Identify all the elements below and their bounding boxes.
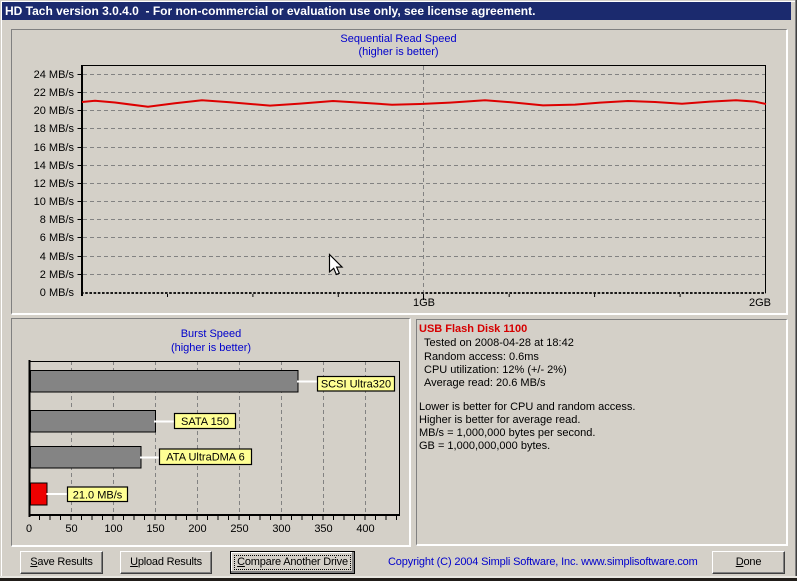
svg-text:SCSI Ultra320: SCSI Ultra320 (321, 379, 391, 391)
svg-text:ATA UltraDMA 6: ATA UltraDMA 6 (166, 452, 244, 464)
svg-text:21.0 MB/s: 21.0 MB/s (73, 490, 123, 502)
svg-text:SATA 150: SATA 150 (181, 416, 229, 428)
